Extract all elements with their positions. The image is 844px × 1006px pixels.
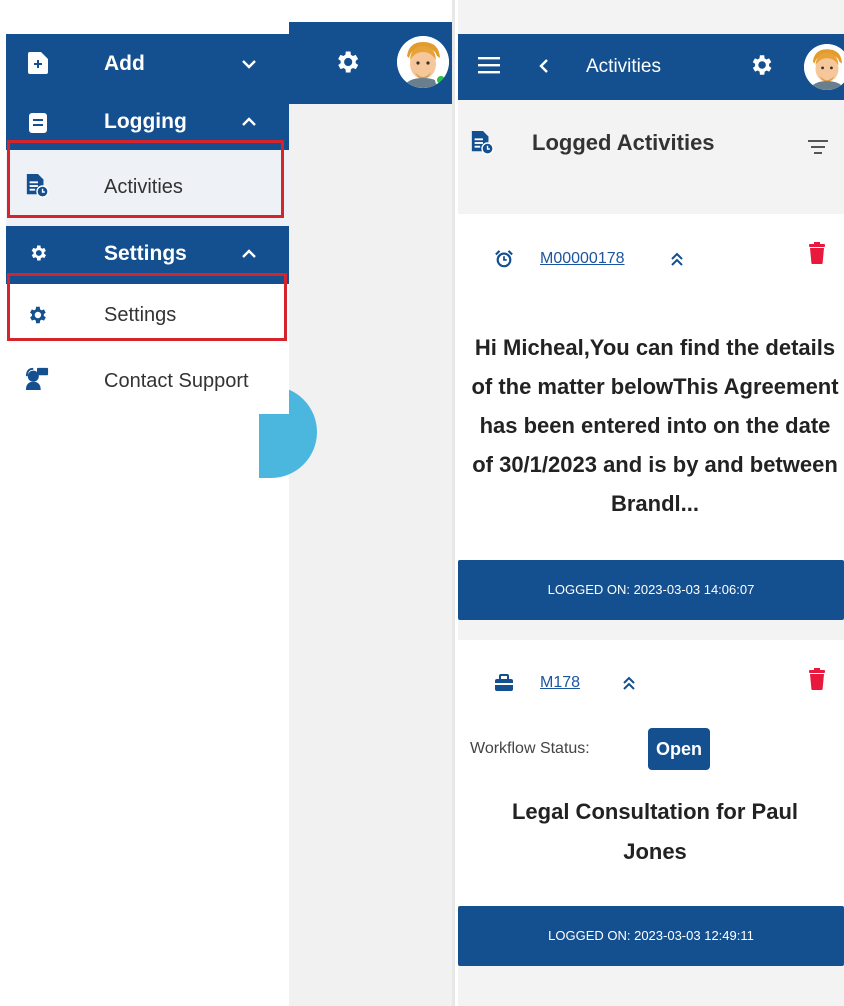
- matter-link[interactable]: M00000178: [540, 250, 625, 268]
- top-app-bar: [289, 22, 455, 104]
- sidebar-item-label: Activities: [104, 176, 183, 198]
- file-plus-icon: [28, 52, 48, 74]
- gear-icon: [31, 245, 46, 261]
- sidebar-section-label: Add: [104, 52, 145, 75]
- sidebar-section-settings[interactable]: Settings: [6, 226, 289, 284]
- hamburger-menu-icon[interactable]: [478, 56, 500, 74]
- logged-on-footer: LOGGED ON: 2023-03-03 14:06:07: [458, 560, 844, 620]
- chevron-down-icon[interactable]: [241, 56, 257, 72]
- app-bar: Activities: [458, 34, 844, 100]
- document-icon: [29, 113, 47, 133]
- sort-lines-icon[interactable]: [808, 140, 828, 154]
- sidebar-menu: Add Logging Activities Settings Settings…: [6, 34, 289, 414]
- trash-icon[interactable]: [808, 242, 826, 264]
- matter-link[interactable]: M178: [540, 674, 580, 692]
- document-clock-icon: [26, 174, 49, 198]
- sidebar-item-label: Contact Support: [104, 370, 249, 392]
- sidebar-section-logging[interactable]: Logging: [6, 94, 289, 150]
- workflow-status-badge: Open: [648, 728, 711, 770]
- activity-card: M00000178 Hi Micheal,You can find the de…: [458, 214, 844, 620]
- support-headset-icon: [25, 367, 49, 390]
- gear-icon[interactable]: [748, 52, 774, 78]
- page-header: Logged Activities: [458, 100, 844, 212]
- sidebar-item-contact-support[interactable]: Contact Support: [6, 348, 289, 414]
- gear-icon: [30, 306, 46, 324]
- alarm-clock-icon: [495, 250, 513, 268]
- briefcase-icon: [495, 674, 513, 691]
- gear-icon[interactable]: [333, 48, 361, 76]
- sidebar-section-label: Logging: [104, 110, 187, 133]
- document-clock-icon: [471, 131, 494, 155]
- double-chevron-up-icon[interactable]: [670, 252, 684, 266]
- user-avatar-icon: [804, 44, 844, 90]
- app-bar-title: Activities: [586, 56, 661, 77]
- activity-body: Hi Micheal,You can find the details of t…: [471, 335, 839, 516]
- sidebar-screen: Add Logging Activities Settings Settings…: [0, 0, 455, 1006]
- back-arrow-icon[interactable]: [538, 58, 550, 74]
- panel-divider: [452, 0, 455, 1006]
- sidebar-item-activities[interactable]: Activities: [6, 150, 289, 226]
- mobile-screen: Activities Logged Activities M00000178 H…: [458, 0, 844, 1006]
- online-status-dot: [435, 74, 447, 86]
- avatar[interactable]: [397, 36, 449, 88]
- activity-card: M178 Workflow Status: Open Legal Consult…: [458, 640, 844, 966]
- chevron-up-icon[interactable]: [241, 246, 257, 262]
- main-content-area: [289, 104, 455, 1006]
- page-title: Logged Activities: [532, 130, 715, 155]
- sidebar-item-label: Settings: [104, 304, 177, 326]
- workflow-status-label: Workflow Status:: [470, 740, 590, 757]
- trash-icon[interactable]: [808, 668, 826, 690]
- double-chevron-up-icon[interactable]: [622, 676, 636, 690]
- sidebar-section-label: Settings: [104, 242, 187, 265]
- avatar[interactable]: [804, 44, 844, 90]
- chevron-up-icon[interactable]: [241, 114, 257, 130]
- sidebar-section-add[interactable]: Add: [6, 34, 289, 94]
- logged-on-footer: LOGGED ON: 2023-03-03 12:49:11: [458, 906, 844, 966]
- activity-body: Legal Consultation for Paul Jones: [511, 799, 798, 864]
- sidebar-item-settings[interactable]: Settings: [6, 284, 289, 348]
